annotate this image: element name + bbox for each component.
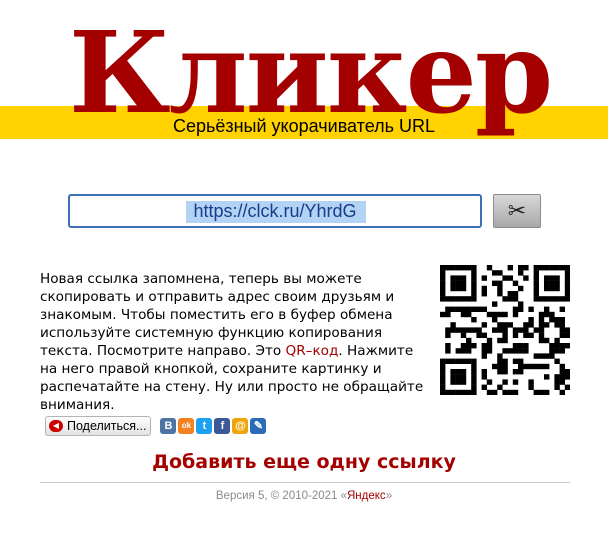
- speaker-icon: ◀: [49, 420, 63, 432]
- share-bar: ◀ Поделиться... Вok t f @ ✎: [45, 416, 268, 436]
- add-another-link[interactable]: Добавить еще одну ссылку: [0, 451, 608, 473]
- footer-divider: [40, 482, 570, 483]
- footer-yandex-link[interactable]: Яндекс: [347, 490, 386, 502]
- scissors-icon: ✂: [507, 198, 527, 223]
- vk-icon[interactable]: В: [160, 418, 177, 434]
- footer-version: Версия 5, © 2010-2021 «: [215, 490, 347, 502]
- text-selection-highlight: [186, 201, 366, 223]
- share-button-label: Поделиться...: [67, 419, 147, 433]
- odnoklassniki-icon[interactable]: ok: [178, 418, 195, 434]
- mailru-icon[interactable]: @: [232, 418, 249, 434]
- qr-code-image[interactable]: [440, 265, 570, 395]
- cut-button[interactable]: ✂: [493, 194, 541, 228]
- tagline: Серьёзный укорачиватель URL: [172, 116, 436, 136]
- social-icons: Вok t f @ ✎: [160, 418, 268, 434]
- livejournal-icon[interactable]: ✎: [250, 418, 267, 434]
- footer-closing: »: [385, 490, 393, 502]
- facebook-icon[interactable]: f: [214, 418, 231, 434]
- qr-code-link[interactable]: QR–код: [286, 343, 339, 359]
- footer: Версия 5, © 2010-2021 «Яндекс»: [0, 490, 608, 502]
- result-message: Новая ссылка запомнена, теперь вы можете…: [40, 270, 430, 414]
- share-button[interactable]: ◀ Поделиться...: [45, 416, 152, 436]
- twitter-icon[interactable]: t: [196, 418, 213, 434]
